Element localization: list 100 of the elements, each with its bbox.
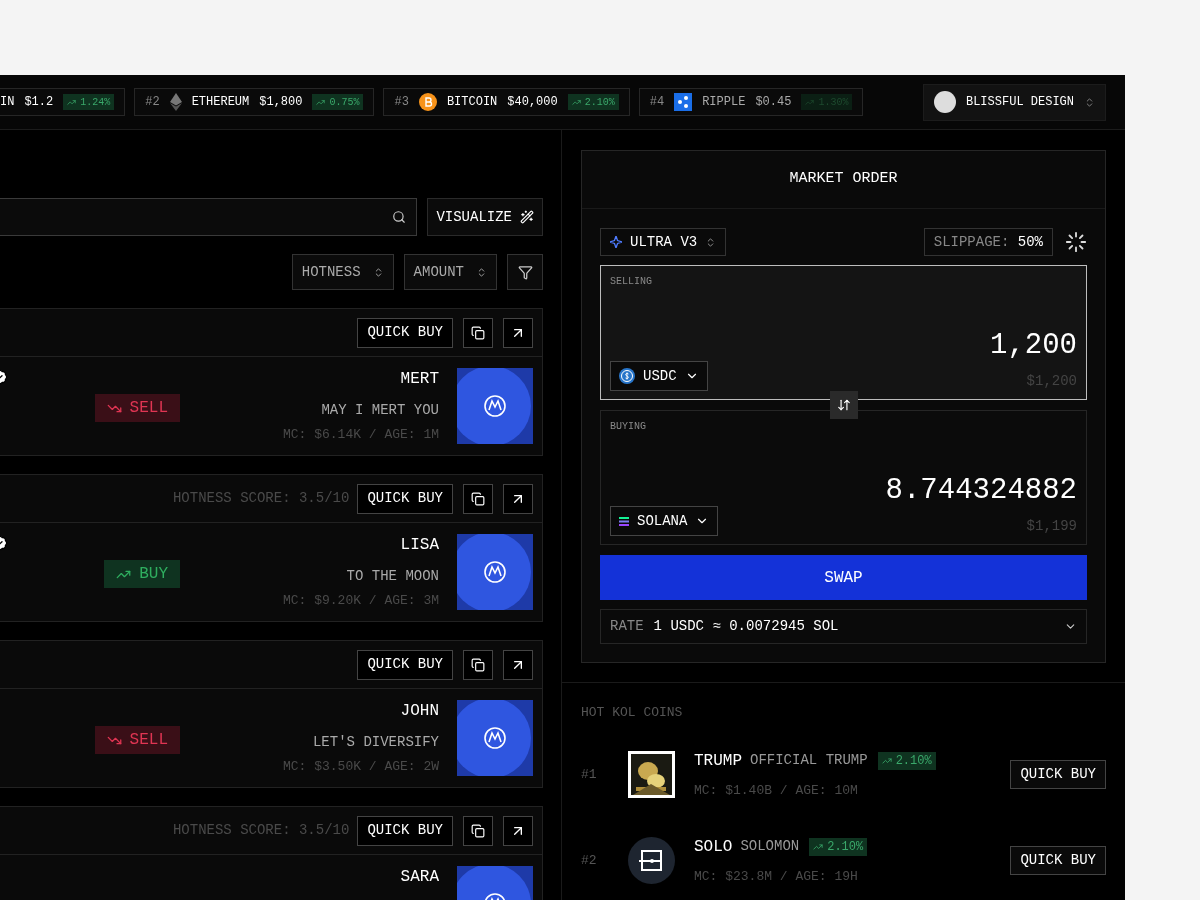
token-logo-icon — [457, 368, 533, 444]
quick-buy-button[interactable]: QUICK BUY — [1010, 760, 1106, 789]
trend-icon — [316, 97, 326, 107]
tagline: TO THE MOON — [346, 568, 439, 584]
quick-buy-button[interactable]: QUICK BUY — [357, 649, 453, 680]
hotness-score: HOTNESS SCORE: 3.5/10 — [172, 489, 350, 508]
swap-arrows-icon — [836, 398, 851, 412]
rate-row[interactable]: RATE 1 USDC ≈ 0.0072945 SOL — [600, 609, 1087, 644]
market-info: MC: $6.14K / AGE: 1M — [282, 428, 439, 442]
copy-button[interactable] — [463, 317, 493, 348]
open-link-button[interactable] — [503, 815, 533, 846]
ticker-item[interactable]: #3 BITCOIN $40,000 2.10% — [383, 88, 630, 116]
panel-label: SELLING — [610, 275, 653, 289]
change-badge: 0.75% — [312, 94, 364, 110]
copy-button[interactable] — [463, 483, 493, 514]
filter-button[interactable] — [507, 254, 543, 290]
ticker-item[interactable]: IN $1.2 1.24% — [0, 88, 126, 116]
author-name: LISA — [400, 537, 439, 553]
open-link-button[interactable] — [503, 483, 533, 514]
ticker-rank: #2 — [145, 94, 160, 111]
copy-button[interactable] — [463, 815, 493, 846]
dollar-coin-icon — [619, 368, 635, 384]
ticker-rank: #4 — [649, 94, 665, 111]
market-info: MC: $1.40B / AGE: 10M — [694, 781, 859, 800]
loading-icon — [1065, 231, 1087, 253]
trend-icon — [67, 97, 77, 107]
signal-badge: BUY — [104, 560, 180, 588]
up-down-icon — [476, 266, 487, 278]
sort-button[interactable]: AMOUNT — [403, 254, 497, 290]
diamond-icon — [169, 93, 182, 111]
coin-symbol: SOLO — [694, 836, 733, 858]
ticker-price: $0.45 — [755, 94, 792, 111]
visualize-button[interactable]: VISUALIZE — [427, 198, 543, 236]
token-select[interactable]: SOLANA — [610, 506, 719, 536]
swap-direction-button[interactable] — [829, 391, 858, 419]
magic-wand-icon — [520, 210, 534, 224]
account-switcher[interactable]: BLISSFUL DESIGN — [922, 83, 1106, 121]
change-badge: 1.24% — [63, 94, 115, 110]
change-badge: 2.10% — [877, 751, 936, 770]
search-field[interactable] — [0, 198, 418, 236]
avatar — [933, 91, 956, 113]
sort-button[interactable]: HOTNESS — [291, 254, 394, 290]
token-select[interactable]: USDC — [610, 361, 708, 391]
rate-value: 1 USDC ≈ 0.0072945 SOL — [653, 617, 839, 636]
change-badge: 2.10% — [809, 837, 868, 856]
stripes-icon — [619, 516, 629, 526]
swap-button[interactable]: SWAP — [600, 555, 1087, 600]
signal-badge: SELL — [94, 394, 180, 422]
market-info: MC: $23.8M / AGE: 19H — [694, 867, 859, 886]
author-name: JOHN — [400, 703, 439, 719]
ticker-name: RIPPLE — [702, 94, 746, 111]
section-title: HOT KOL COINS — [581, 704, 684, 722]
coin-icon — [418, 93, 437, 111]
copy-icon — [471, 823, 485, 838]
ticker-name: IN — [0, 94, 15, 111]
trend-icon — [805, 97, 815, 107]
ticker-price: $1.2 — [24, 94, 54, 111]
search-icon — [392, 210, 407, 224]
sparkle-icon — [610, 236, 622, 248]
open-link-button[interactable] — [503, 649, 533, 680]
signal-badge: SELL — [94, 726, 180, 754]
route-select[interactable]: ULTRA V3 — [600, 228, 727, 256]
filter-icon — [517, 264, 533, 280]
trend-icon — [571, 97, 581, 107]
quick-buy-button[interactable]: QUICK BUY — [1010, 846, 1106, 875]
trend-icon — [813, 841, 824, 852]
ticker-price: $1,800 — [259, 94, 303, 111]
trend-icon — [881, 755, 892, 766]
coin-rank: #2 — [581, 851, 598, 870]
slippage-button[interactable]: SLIPPAGE: 50% — [923, 228, 1053, 256]
tagline: MAY I MERT YOU — [321, 402, 439, 418]
nodes-icon — [674, 93, 693, 111]
market-info: MC: $3.50K / AGE: 2W — [282, 760, 439, 774]
up-down-icon — [1084, 96, 1095, 108]
hotness-score: HOTNESS SCORE: 3.5/10 — [172, 821, 350, 840]
rate-label: RATE — [610, 617, 644, 636]
quick-buy-button[interactable]: QUICK BUY — [357, 483, 453, 514]
coin-symbol: TRUMP — [694, 750, 742, 772]
copy-icon — [471, 325, 485, 340]
usd-value: $1,199 — [1026, 517, 1077, 536]
amount-value: 8.744324882 — [885, 473, 1077, 509]
ticker-item[interactable]: #2 ETHEREUM $1,800 0.75% — [134, 88, 375, 116]
ticker-name: ETHEREUM — [191, 94, 250, 111]
ticker-price: $40,000 — [507, 94, 558, 111]
quick-buy-button[interactable]: QUICK BUY — [357, 815, 453, 846]
panel-label: BUYING — [610, 420, 647, 434]
quick-buy-button[interactable]: QUICK BUY — [357, 317, 453, 348]
copy-button[interactable] — [463, 649, 493, 680]
copy-icon — [471, 657, 485, 672]
market-info: MC: $9.20K / AGE: 3M — [282, 594, 439, 608]
copy-icon — [471, 491, 485, 506]
tagline: LET'S DIVERSIFY — [312, 734, 439, 750]
card-title: MARKET ORDER — [582, 151, 1105, 209]
change-badge: 2.10% — [567, 94, 619, 110]
ticker-rank: #3 — [394, 94, 409, 111]
ticker-name: BITCOIN — [446, 94, 498, 111]
amount-value: 1,200 — [990, 328, 1077, 364]
safe-icon — [628, 837, 675, 884]
coin-name: SOLOMON — [740, 837, 800, 857]
open-link-button[interactable] — [503, 317, 533, 348]
